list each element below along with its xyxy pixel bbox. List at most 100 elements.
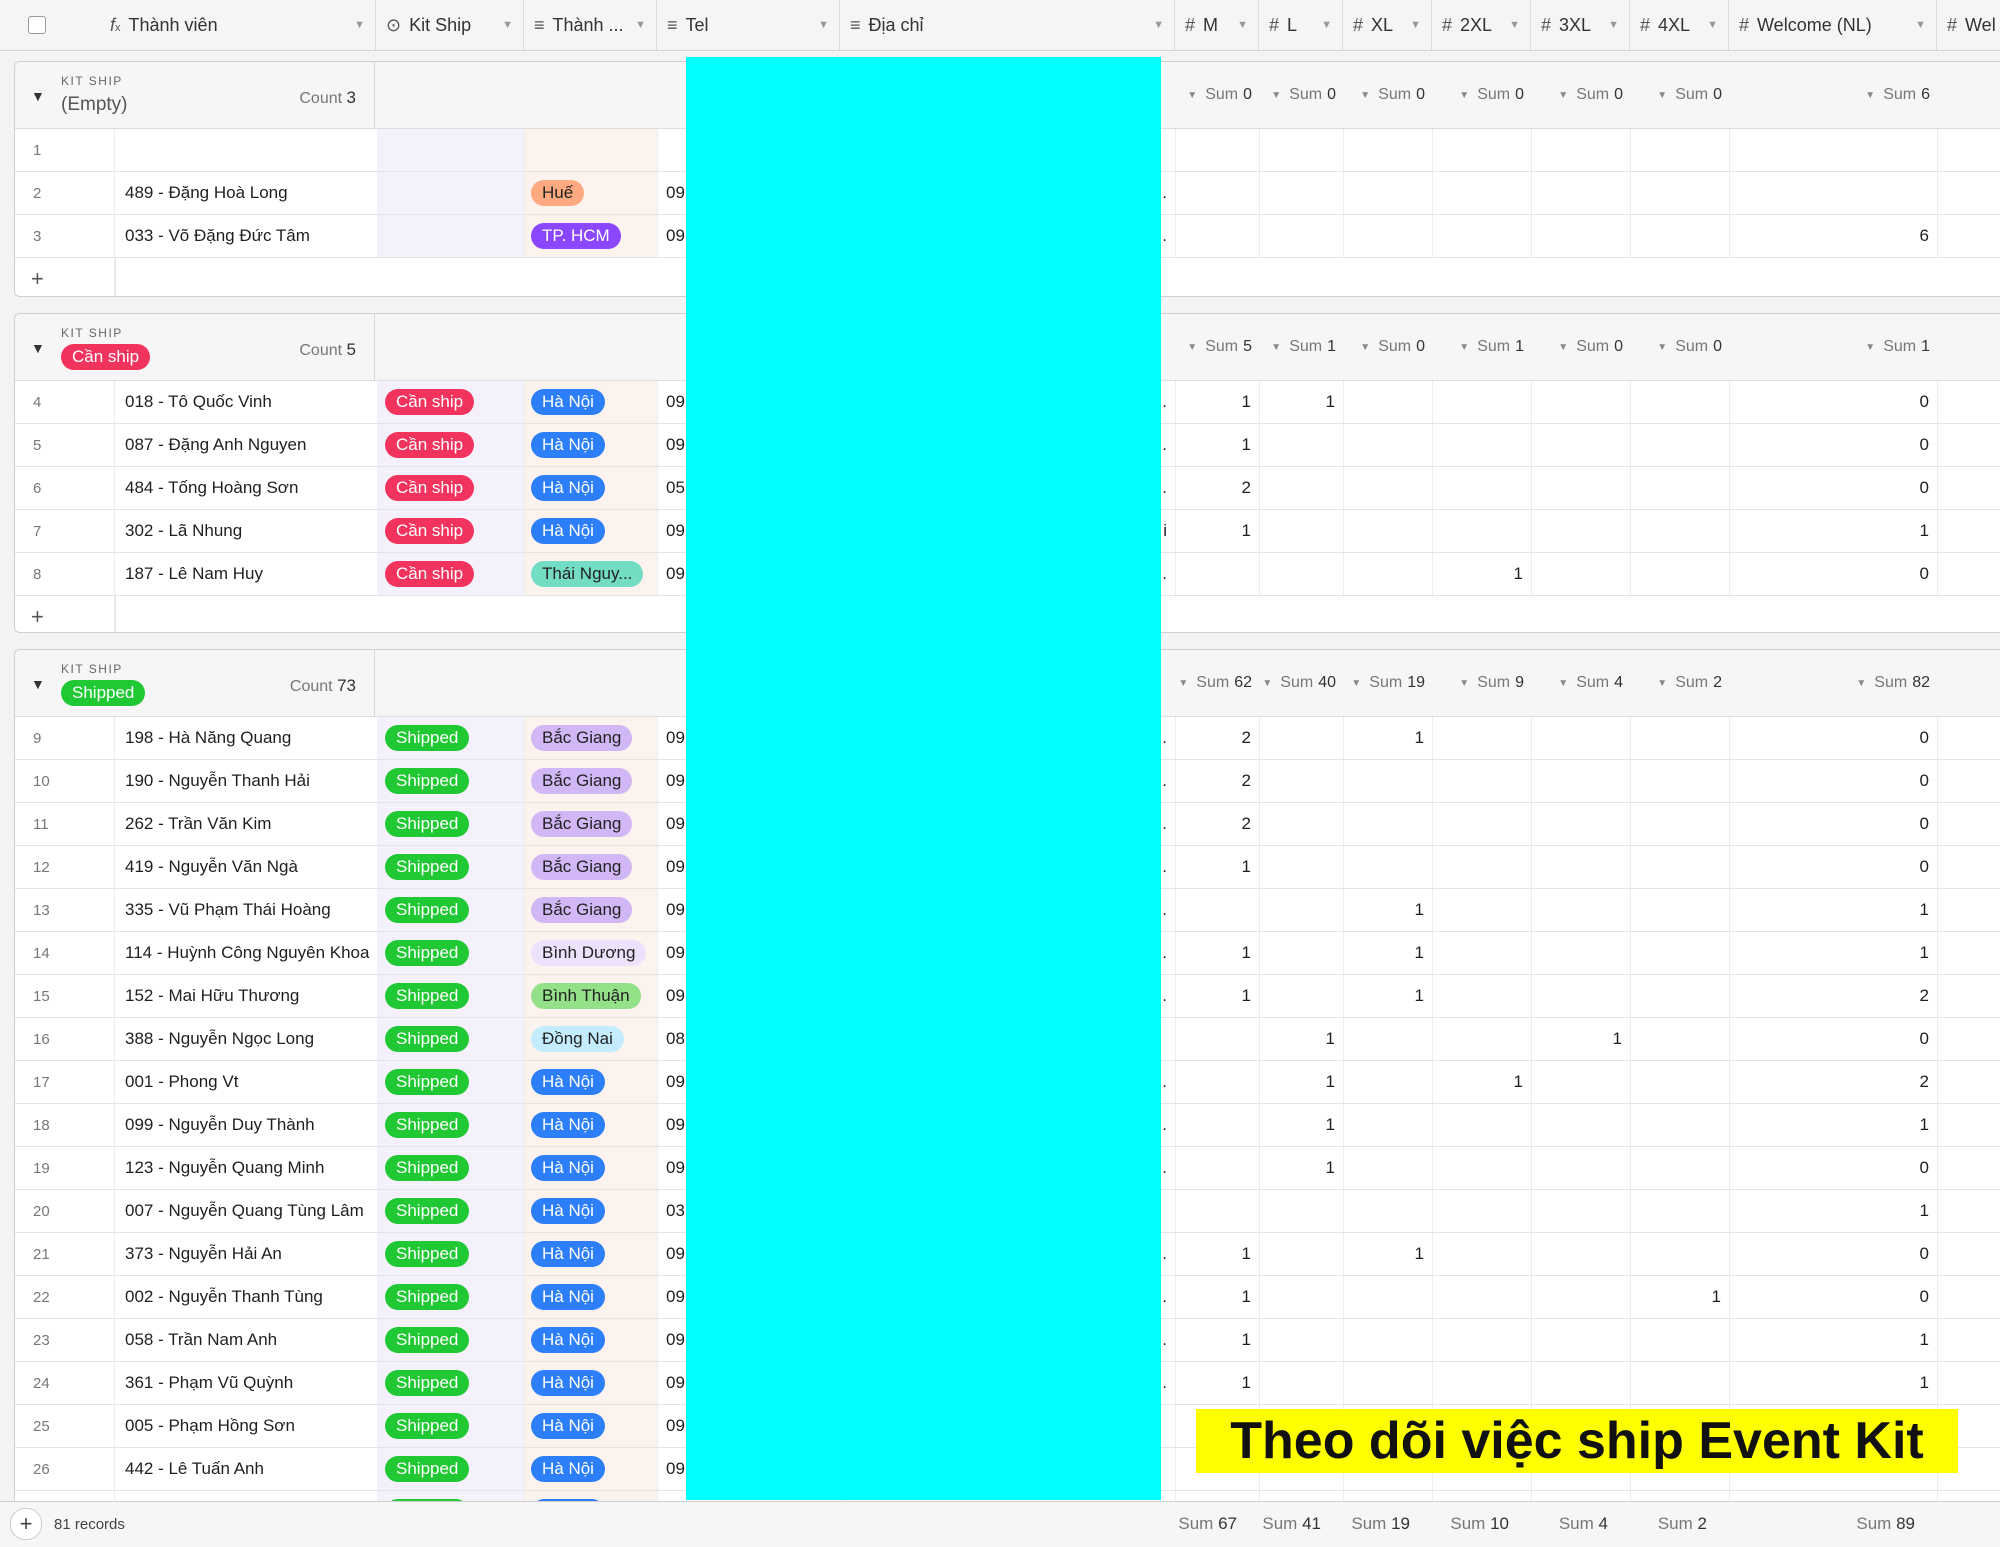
footer-sum-m[interactable]: Sum 67: [1161, 1514, 1237, 1534]
size-l-cell[interactable]: 1: [1260, 381, 1344, 423]
size-xxxxl-cell[interactable]: [1631, 1491, 1730, 1501]
size-l-cell[interactable]: [1260, 215, 1344, 257]
size-m-cell[interactable]: 1: [1176, 846, 1260, 888]
extra-cell[interactable]: [1938, 1018, 2000, 1060]
chevron-down-icon[interactable]: ▼: [1602, 19, 1619, 31]
size-xl-cell[interactable]: [1344, 760, 1433, 802]
group-sum-xl[interactable]: ▼ Sum 19: [1344, 650, 1433, 716]
size-l-cell[interactable]: [1260, 1190, 1344, 1232]
city-cell[interactable]: Hà Nội: [525, 1233, 658, 1275]
chevron-down-icon[interactable]: ▼: [812, 19, 829, 31]
member-name-cell[interactable]: 198 - Hà Năng Quang: [115, 717, 391, 759]
size-xxxxl-cell[interactable]: [1631, 424, 1730, 466]
chevron-down-icon[interactable]: ▼: [1360, 90, 1370, 101]
extra-cell[interactable]: [1938, 1104, 2000, 1146]
city-cell[interactable]: Hà Nội: [525, 510, 658, 552]
size-xl-cell[interactable]: 1: [1344, 932, 1433, 974]
chevron-down-icon[interactable]: ▼: [348, 19, 365, 31]
member-name-cell[interactable]: 114 - Huỳnh Công Nguyên Khoa: [115, 932, 391, 974]
size-xxxxl-cell[interactable]: [1631, 1061, 1730, 1103]
size-xl-cell[interactable]: [1344, 846, 1433, 888]
size-welcome-cell[interactable]: 0: [1730, 424, 1938, 466]
size-xxxxl-cell[interactable]: [1631, 172, 1730, 214]
group-sum-l[interactable]: ▼ Sum 40: [1260, 650, 1344, 716]
member-name-cell[interactable]: 388 - Nguyễn Ngọc Long: [115, 1018, 391, 1060]
size-l-cell[interactable]: 1: [1260, 1491, 1344, 1501]
city-cell[interactable]: Hà Nội: [525, 424, 658, 466]
group-sum-xl[interactable]: ▼ Sum 0: [1344, 314, 1433, 380]
chevron-down-icon[interactable]: ▼: [1865, 90, 1875, 101]
footer-sum-xxl[interactable]: Sum 10: [1418, 1514, 1509, 1534]
size-xl-cell[interactable]: 1: [1344, 1233, 1433, 1275]
size-xl-cell[interactable]: 1: [1344, 717, 1433, 759]
size-l-cell[interactable]: [1260, 760, 1344, 802]
kit-ship-cell[interactable]: Shipped: [377, 1190, 525, 1232]
size-l-cell[interactable]: [1260, 1233, 1344, 1275]
size-xxl-cell[interactable]: [1433, 1018, 1532, 1060]
group-sum-xxxxl[interactable]: ▼ Sum 2: [1631, 650, 1730, 716]
group-sum-xxl[interactable]: ▼ Sum 9: [1433, 650, 1532, 716]
group-sum-welcome[interactable]: ▼ Sum 6: [1730, 62, 1938, 128]
city-cell[interactable]: Hà Nội: [525, 467, 658, 509]
footer-sum-welcome[interactable]: Sum 89: [1715, 1514, 1915, 1534]
extra-cell[interactable]: [1938, 717, 2000, 759]
extra-cell[interactable]: [1938, 846, 2000, 888]
extra-cell[interactable]: [1938, 129, 2000, 171]
size-l-cell[interactable]: 1: [1260, 1147, 1344, 1189]
city-cell[interactable]: Hà Nội: [525, 1276, 658, 1318]
member-name-cell[interactable]: 005 - Phạm Hồng Sơn: [115, 1405, 391, 1447]
kit-ship-cell[interactable]: Shipped: [377, 1233, 525, 1275]
extra-cell[interactable]: [1938, 932, 2000, 974]
size-xxxl-cell[interactable]: [1532, 760, 1631, 802]
group-sum-m[interactable]: ▼ Sum 62: [1176, 650, 1260, 716]
chevron-down-icon[interactable]: ▼: [1657, 90, 1667, 101]
chevron-down-icon[interactable]: ▼: [1503, 19, 1520, 31]
member-name-cell[interactable]: 152 - Mai Hữu Thương: [115, 975, 391, 1017]
size-xxl-cell[interactable]: [1433, 467, 1532, 509]
size-xxxl-cell[interactable]: [1532, 381, 1631, 423]
size-xl-cell[interactable]: [1344, 1491, 1433, 1501]
size-l-cell[interactable]: [1260, 1276, 1344, 1318]
size-m-cell[interactable]: 2: [1176, 717, 1260, 759]
extra-cell[interactable]: [1938, 381, 2000, 423]
size-l-cell[interactable]: [1260, 1362, 1344, 1404]
city-cell[interactable]: [525, 129, 658, 171]
size-welcome-cell[interactable]: 1: [1730, 1104, 1938, 1146]
size-welcome-cell[interactable]: [1730, 129, 1938, 171]
extra-cell[interactable]: [1938, 172, 2000, 214]
size-welcome-cell[interactable]: 0: [1730, 381, 1938, 423]
kit-ship-cell[interactable]: Shipped: [377, 717, 525, 759]
size-m-cell[interactable]: [1176, 1190, 1260, 1232]
column-header-xl[interactable]: # XL ▼: [1343, 0, 1432, 50]
size-xxxl-cell[interactable]: [1532, 1276, 1631, 1318]
extra-cell[interactable]: [1938, 1061, 2000, 1103]
size-l-cell[interactable]: [1260, 803, 1344, 845]
chevron-down-icon[interactable]: ▼: [1558, 678, 1568, 689]
size-welcome-cell[interactable]: 6: [1730, 215, 1938, 257]
collapse-triangle-icon[interactable]: ▼: [31, 340, 45, 356]
extra-cell[interactable]: [1938, 510, 2000, 552]
size-l-cell[interactable]: [1260, 510, 1344, 552]
member-name-cell[interactable]: 361 - Phạm Vũ Quỳnh: [115, 1362, 391, 1404]
member-name-cell[interactable]: 419 - Nguyễn Văn Ngà: [115, 846, 391, 888]
size-m-cell[interactable]: [1176, 1147, 1260, 1189]
size-xxxxl-cell[interactable]: 1: [1631, 1276, 1730, 1318]
city-cell[interactable]: Bình Thuận: [525, 975, 658, 1017]
size-xl-cell[interactable]: [1344, 129, 1433, 171]
size-welcome-cell[interactable]: 0: [1730, 1147, 1938, 1189]
size-m-cell[interactable]: 1: [1176, 975, 1260, 1017]
chevron-down-icon[interactable]: ▼: [1351, 678, 1361, 689]
size-welcome-cell[interactable]: 0: [1730, 717, 1938, 759]
kit-ship-cell[interactable]: Shipped: [377, 1276, 525, 1318]
size-xxl-cell[interactable]: [1433, 172, 1532, 214]
size-xxxxl-cell[interactable]: [1631, 510, 1730, 552]
city-cell[interactable]: Thái Nguy...: [525, 553, 658, 595]
city-cell[interactable]: Hà Nội: [525, 1362, 658, 1404]
group-header-label-area[interactable]: ▼ KIT SHIP (Empty) Count 3: [15, 62, 375, 128]
select-all-header[interactable]: [0, 0, 110, 50]
group-sum-xxl[interactable]: ▼ Sum 0: [1433, 62, 1532, 128]
kit-ship-cell[interactable]: Shipped: [377, 1319, 525, 1361]
size-l-cell[interactable]: [1260, 553, 1344, 595]
size-welcome-cell[interactable]: 0: [1730, 1491, 1938, 1501]
size-xl-cell[interactable]: [1344, 1190, 1433, 1232]
